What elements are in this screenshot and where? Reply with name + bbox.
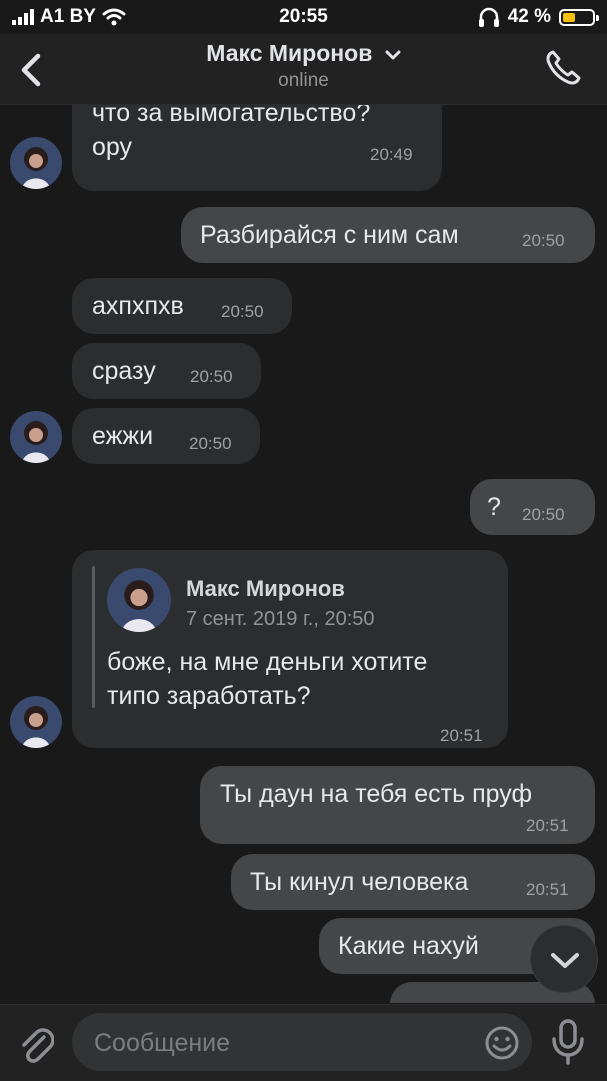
status-right-group: 42 % (478, 6, 599, 28)
message-time: 20:50 (189, 434, 232, 453)
avatar[interactable] (10, 696, 62, 748)
message-text: сразу (92, 357, 156, 385)
avatar-image (10, 411, 62, 463)
avatar-image (10, 137, 62, 189)
message-outgoing[interactable]: Какие нахуй (0, 918, 607, 974)
message-incoming-forwarded[interactable]: Макс Миронов 7 сент. 2019 г., 20:50 боже… (0, 550, 607, 750)
contact-status: online (278, 70, 329, 91)
message-incoming[interactable]: сразу 20:50 (0, 343, 607, 399)
message-time: 20:51 (526, 816, 569, 835)
message-time: 20:49 (370, 145, 413, 164)
avatar-image (107, 568, 171, 632)
message-list[interactable]: что за вымогательство? ору 20:49 Разбира… (0, 105, 607, 1003)
message-incoming[interactable]: ахпхпхв 20:50 (0, 278, 607, 334)
message-text-line: ору (92, 133, 133, 161)
message-input[interactable] (92, 1013, 476, 1073)
message-text-line: что за вымогательство? (92, 105, 371, 127)
message-time: 20:51 (526, 880, 569, 899)
message-text: Ты кинул человека (250, 868, 469, 896)
contact-name-row[interactable]: Макс Миронов (0, 40, 607, 67)
quote-avatar[interactable] (107, 568, 171, 632)
chevron-down-icon[interactable] (385, 49, 401, 61)
avatar-image (10, 696, 62, 748)
message-time: 20:50 (221, 302, 264, 321)
battery-fill (563, 12, 575, 22)
microphone-icon[interactable] (550, 1019, 586, 1065)
avatar[interactable] (10, 137, 62, 189)
message-time: 20:50 (522, 231, 565, 250)
message-incoming[interactable]: ежжи 20:50 (0, 408, 607, 466)
paperclip-icon[interactable] (18, 1025, 54, 1065)
message-time: 20:50 (522, 505, 565, 524)
contact-name[interactable]: Макс Миронов (206, 40, 372, 66)
message-time: 20:50 (190, 367, 233, 386)
status-bar: A1 BY 20:55 42 % (0, 0, 607, 34)
quote-bar (92, 566, 95, 708)
message-time: 20:51 (440, 726, 483, 745)
message-text: ахпхпхв (92, 292, 184, 320)
battery-icon (559, 8, 599, 26)
battery-percent: 42 % (507, 6, 551, 27)
message-incoming[interactable]: что за вымогательство? ору 20:49 (0, 105, 607, 192)
message-text-line: боже, на мне деньги хотите (107, 648, 428, 676)
quote-date: 7 сент. 2019 г., 20:50 (186, 608, 375, 630)
message-text: ежжи (92, 422, 154, 450)
avatar[interactable] (10, 411, 62, 463)
scroll-to-bottom-button[interactable] (530, 925, 598, 993)
composer-bar (0, 1004, 607, 1081)
message-outgoing[interactable]: Разбирайся с ним сам 20:50 (0, 207, 607, 263)
message-input-wrap[interactable] (72, 1013, 532, 1073)
message-outgoing[interactable]: Ты кинул человека 20:51 (0, 854, 607, 910)
phone-icon[interactable] (543, 48, 583, 88)
message-outgoing[interactable]: ? 20:50 (0, 479, 607, 535)
message-text: Ты даун на тебя есть пруф (220, 780, 533, 808)
headphones-icon (478, 7, 499, 27)
message-text: Какие нахуй (338, 932, 479, 960)
message-outgoing[interactable]: Ты даун на тебя есть пруф 20:51 (0, 766, 607, 844)
chat-header: Макс Миронов online (0, 34, 607, 105)
chevron-down-icon (551, 953, 579, 968)
quote-author[interactable]: Макс Миронов (186, 576, 345, 602)
message-text: Разбирайся с ним сам (200, 221, 459, 249)
message-text: ? (487, 493, 501, 521)
message-text-line: типо заработать? (107, 682, 311, 710)
emoji-icon[interactable] (484, 1025, 520, 1061)
